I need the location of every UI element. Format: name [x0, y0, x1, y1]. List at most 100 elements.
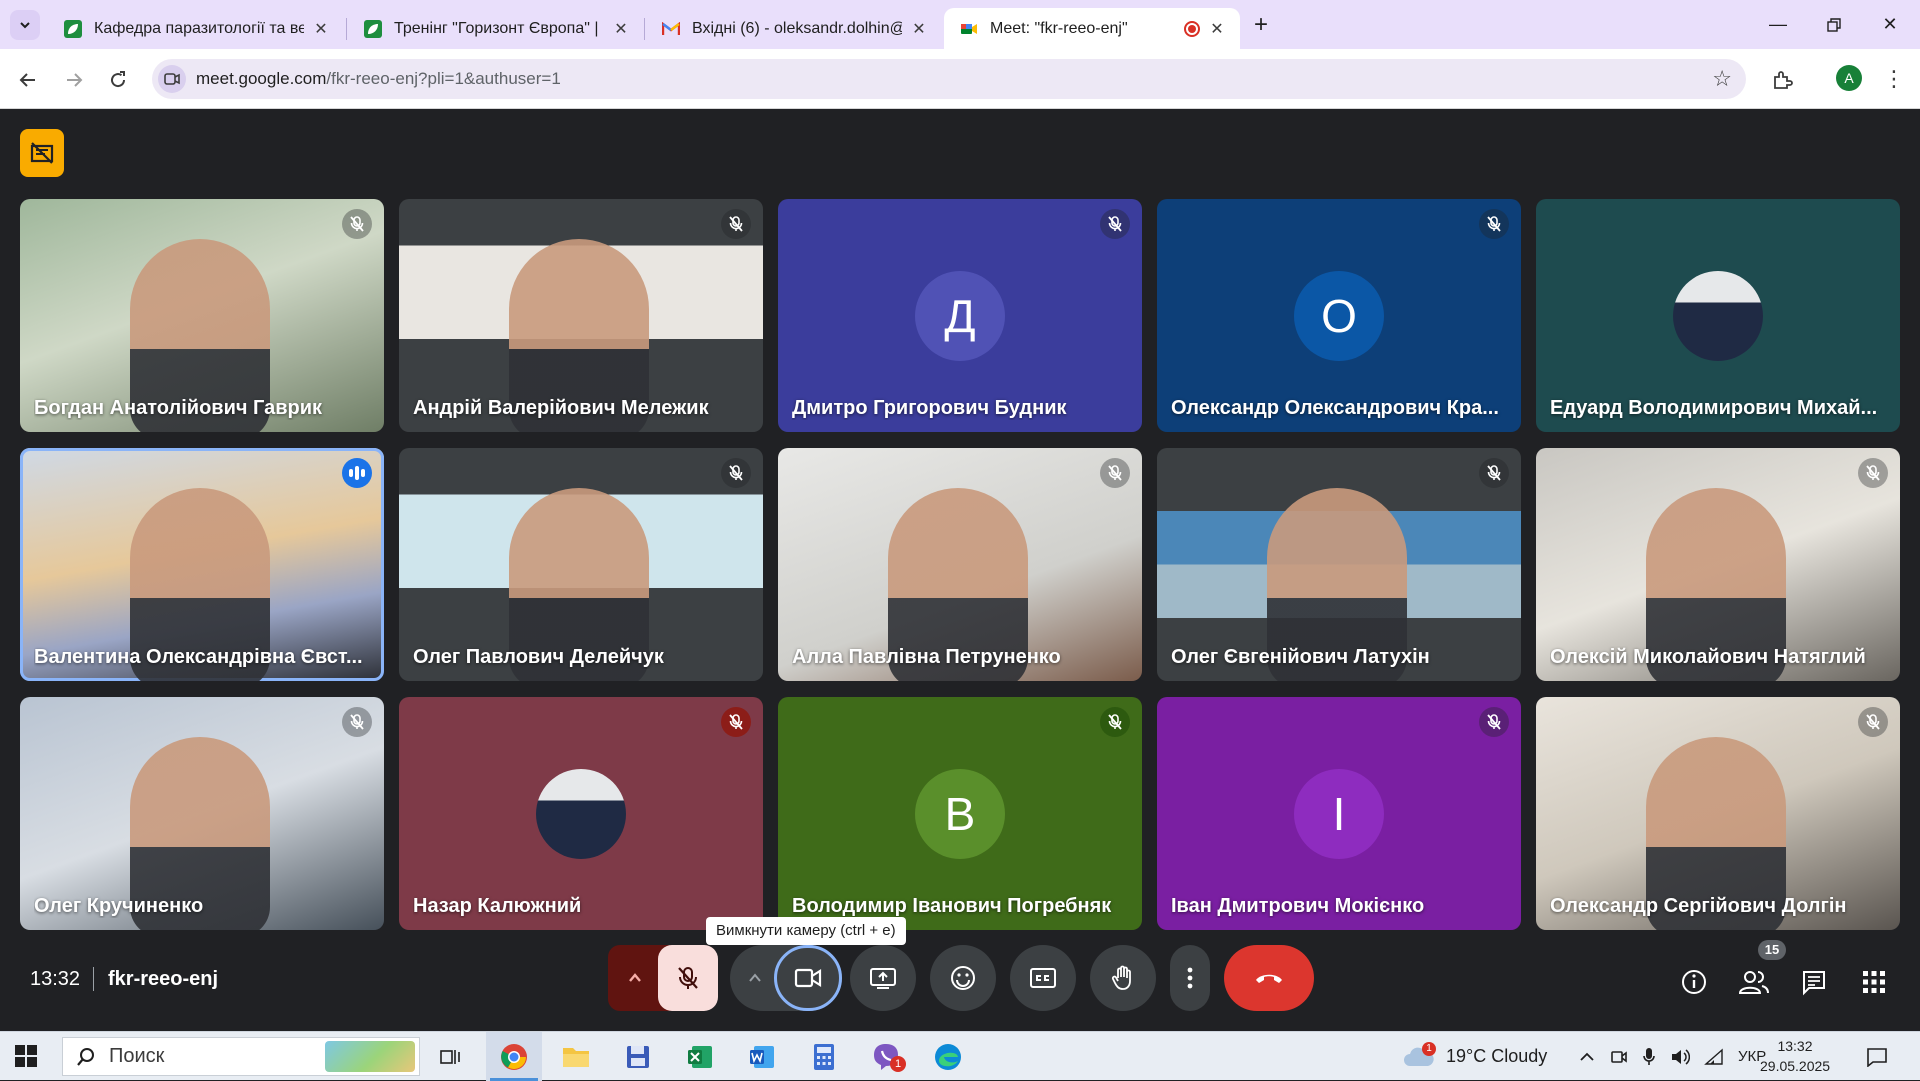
camera-toggle-button[interactable]	[774, 945, 842, 1011]
participant-name: Валентина Олександрівна Євст...	[34, 646, 363, 668]
raise-hand-button[interactable]	[1090, 945, 1156, 1011]
tab-title: Вхідні (6) - oleksandr.dolhin@p	[692, 19, 902, 37]
more-options-button[interactable]	[1170, 945, 1210, 1011]
close-icon[interactable]: ✕	[910, 19, 928, 39]
action-center-button[interactable]	[1852, 1032, 1902, 1081]
back-button[interactable]	[12, 63, 44, 95]
extensions-icon[interactable]	[1766, 63, 1798, 95]
participant-tile[interactable]: Олег Євгенійович Латухін	[1157, 448, 1521, 681]
participant-tile[interactable]: І Іван Дмитрович Мокієнко	[1157, 697, 1521, 930]
leave-call-button[interactable]	[1224, 945, 1314, 1011]
participant-tile[interactable]: O Олександр Олександрович Кра...	[1157, 199, 1521, 432]
tab-horizon-europe[interactable]: Тренінг "Горизонт Європа" | П ✕	[348, 8, 644, 49]
close-icon[interactable]: ✕	[312, 19, 330, 39]
people-button[interactable]	[1736, 964, 1772, 1000]
profile-avatar[interactable]: A	[1836, 65, 1862, 91]
viber-badge: 1	[890, 1056, 906, 1072]
close-icon[interactable]: ✕	[612, 19, 630, 39]
forward-button[interactable]	[58, 63, 90, 95]
folder-icon	[563, 1047, 589, 1067]
taskbar-chrome[interactable]	[486, 1032, 542, 1081]
tab-kafedra[interactable]: Кафедра паразитології та вете ✕	[48, 8, 344, 49]
mic-toggle-button[interactable]	[658, 945, 718, 1011]
chat-button[interactable]	[1796, 964, 1832, 1000]
meet-companion-icon[interactable]	[20, 129, 64, 177]
taskbar-file-explorer[interactable]	[548, 1032, 604, 1081]
task-view-button[interactable]	[422, 1032, 478, 1081]
participant-tile[interactable]: Олег Павлович Делейчук	[399, 448, 763, 681]
windows-start-icon[interactable]	[14, 1044, 38, 1068]
participant-tile[interactable]: Олександр Сергійович Долгін	[1536, 697, 1900, 930]
new-tab-button[interactable]: +	[1247, 11, 1275, 39]
tab-gmail-inbox[interactable]: Вхідні (6) - oleksandr.dolhin@p ✕	[646, 8, 942, 49]
participant-name: Олег Павлович Делейчук	[413, 646, 664, 668]
participant-name: Олег Кручиненко	[34, 895, 204, 917]
close-window-button[interactable]: ✕	[1862, 8, 1918, 40]
apps-grid-icon	[1863, 971, 1885, 993]
calculator-icon	[814, 1043, 834, 1070]
videocam-icon	[794, 968, 822, 988]
participant-tile[interactable]: Олексій Миколайович Натяглий	[1536, 448, 1900, 681]
tab-search-chevron-icon[interactable]	[10, 10, 40, 40]
address-bar[interactable]: meet.google.com/fkr-reeo-enj?pli=1&authu…	[152, 59, 1746, 99]
minimize-button[interactable]: —	[1750, 8, 1806, 40]
site-info-icon[interactable]	[158, 65, 186, 93]
taskbar-save-app[interactable]	[610, 1032, 666, 1081]
taskbar-word[interactable]	[734, 1032, 790, 1081]
bookmark-star-icon[interactable]: ☆	[1712, 59, 1732, 99]
activities-button[interactable]	[1856, 964, 1892, 1000]
captions-button[interactable]	[1010, 945, 1076, 1011]
participant-tile[interactable]: Андрій Валерійович Мележик	[399, 199, 763, 432]
participant-name: Володимир Іванович Погребняк	[792, 895, 1112, 917]
participant-tile[interactable]: Олег Кручиненко	[20, 697, 384, 930]
restore-button[interactable]	[1806, 8, 1862, 40]
taskbar-viber[interactable]: 1	[858, 1032, 914, 1081]
participant-tile[interactable]: Богдан Анатолійович Гаврик	[20, 199, 384, 432]
more-vert-icon[interactable]: ⋮	[1878, 63, 1910, 95]
network-icon	[1704, 1047, 1723, 1065]
mic-muted-icon	[1858, 458, 1888, 488]
mic-muted-icon	[1100, 458, 1130, 488]
mic-muted-icon	[342, 209, 372, 239]
participant-tile[interactable]: Валентина Олександрівна Євст...	[20, 448, 384, 681]
reactions-button[interactable]	[930, 945, 996, 1011]
taskbar-search-box[interactable]: Поиск	[62, 1037, 420, 1076]
volume-icon	[1672, 1048, 1690, 1065]
clock-time: 13:32	[1777, 1038, 1813, 1054]
participant-tile[interactable]: Д Дмитро Григорович Будник	[778, 199, 1142, 432]
participant-tile[interactable]: Едуард Володимирович Михай...	[1536, 199, 1900, 432]
people-icon	[1738, 971, 1769, 994]
meeting-code: fkr-reeo-enj	[108, 968, 219, 990]
emoji-icon	[951, 966, 975, 990]
meet-stage: Богдан Анатолійович Гаврик Андрій Валерій…	[0, 110, 1920, 1031]
mic-muted-icon	[1479, 458, 1509, 488]
recording-icon	[1184, 20, 1200, 37]
participant-name: Назар Калюжний	[413, 895, 582, 917]
weather-widget[interactable]: 1 19°C Cloudy	[1402, 1032, 1547, 1081]
search-icon	[77, 1047, 94, 1066]
present-screen-button[interactable]	[850, 945, 916, 1011]
participant-tile[interactable]: Назар Калюжний	[399, 697, 763, 930]
meeting-info-button[interactable]	[1676, 964, 1712, 1000]
notification-icon	[1867, 1047, 1887, 1067]
taskbar-edge[interactable]	[920, 1032, 976, 1081]
taskbar-clock[interactable]: 13:32 29.05.2025	[1760, 1036, 1830, 1076]
speaking-indicator-icon	[342, 458, 372, 488]
tab-title: Кафедра паразитології та вете	[94, 19, 304, 37]
chrome-icon	[501, 1043, 527, 1070]
participant-tile[interactable]: В Володимир Іванович Погребняк	[778, 697, 1142, 930]
participant-tile[interactable]: Алла Павлівна Петруненко	[778, 448, 1142, 681]
taskbar-calculator[interactable]	[796, 1032, 852, 1081]
camera-tooltip: Вимкнути камеру (ctrl + e)	[706, 917, 906, 945]
tab-meet[interactable]: Meet: "fkr-reeo-enj" ✕	[944, 8, 1240, 49]
close-icon[interactable]: ✕	[1208, 19, 1226, 39]
taskbar-excel[interactable]	[672, 1032, 728, 1081]
browser-toolbar: meet.google.com/fkr-reeo-enj?pli=1&authu…	[0, 49, 1920, 109]
hand-icon	[1111, 965, 1131, 990]
edge-icon	[935, 1043, 961, 1070]
participant-name: Андрій Валерійович Мележик	[413, 397, 709, 419]
meet-tray-icon	[1611, 1050, 1627, 1063]
call-end-icon	[1256, 974, 1282, 983]
chevron-up-icon[interactable]	[1578, 1050, 1596, 1064]
reload-button[interactable]	[102, 63, 134, 95]
